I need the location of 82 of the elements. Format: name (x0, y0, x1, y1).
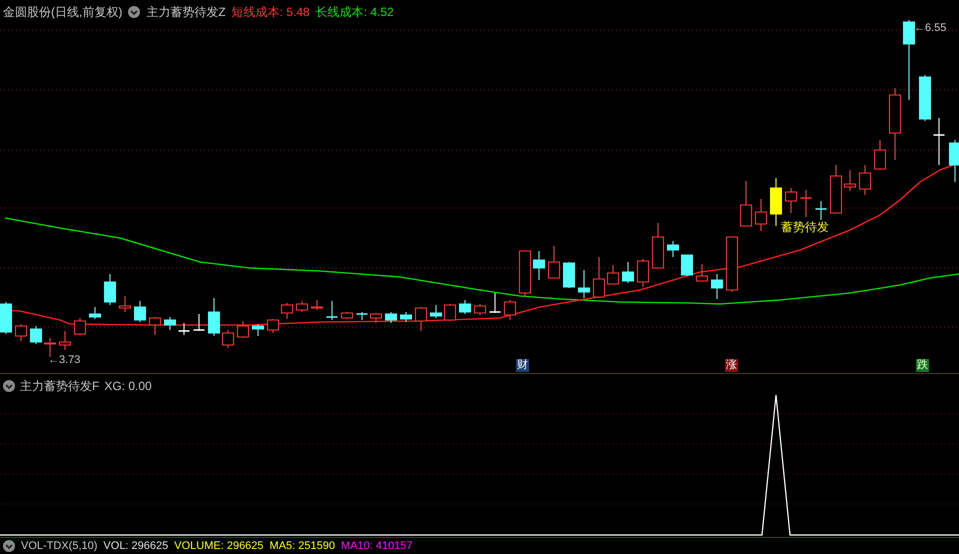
candlestick (89, 306, 101, 320)
indicator-readout: 短线成本: 5.48 (232, 4, 310, 21)
indicator-name: 主力蓄势待发Z (146, 4, 226, 21)
candlestick (15, 324, 27, 342)
candlestick (149, 316, 161, 336)
event-badge[interactable]: 跌 (916, 359, 929, 372)
candlestick (459, 300, 471, 314)
candlestick (415, 306, 427, 332)
candlestick (194, 314, 204, 332)
candlestick (652, 222, 664, 268)
candlestick (859, 164, 871, 196)
candlestick (874, 140, 886, 170)
candlestick (311, 300, 323, 310)
candlestick (134, 300, 146, 322)
candlestick (607, 264, 619, 284)
dropdown-icon[interactable] (3, 540, 15, 552)
candlestick (104, 274, 116, 306)
candlestick (490, 292, 500, 314)
candlestick (281, 302, 293, 320)
dropdown-icon[interactable] (3, 380, 15, 392)
candlestick (267, 318, 279, 334)
candlestick (800, 190, 812, 218)
candlestick (74, 318, 86, 336)
candlestick (830, 164, 842, 214)
candlestick (919, 74, 931, 122)
candlestick (816, 200, 826, 220)
dropdown-icon[interactable] (128, 6, 140, 18)
candlestick (30, 326, 42, 344)
candlestick (119, 296, 131, 312)
price-label: ←6.55 (914, 21, 946, 36)
candlestick (326, 300, 338, 320)
candlestick (696, 264, 708, 282)
indicator-readout: VOLUME: 296625 (174, 538, 264, 554)
candlestick (934, 118, 944, 166)
indicator-readout: MA10: 410157 (340, 538, 413, 554)
candlestick (785, 188, 797, 214)
candlestick (237, 320, 249, 338)
candlestick (400, 312, 412, 322)
candlestick (681, 254, 693, 276)
candlestick (563, 262, 575, 288)
candlestick (533, 250, 545, 280)
price-label: ←3.73 (48, 353, 80, 368)
candlestick (356, 312, 368, 320)
indicator-name: 主力蓄势待发F (20, 378, 100, 395)
candlestick (208, 298, 220, 336)
candlestick (593, 256, 605, 298)
candlestick (755, 198, 767, 232)
candlestick (578, 270, 590, 298)
stock-title: 金圆股份(日线,前复权) (3, 4, 122, 21)
candlestick (504, 300, 516, 320)
candlestick (222, 330, 234, 348)
candlestick (740, 180, 752, 226)
signal-label: 蓄势待发 (781, 219, 829, 236)
candlestick (59, 330, 71, 350)
indicator-readout: VOL: 296625 (103, 538, 168, 554)
candlestick (444, 304, 456, 322)
event-badge[interactable]: 财 (516, 359, 529, 372)
candlestick (770, 178, 782, 226)
candlestick (667, 240, 679, 258)
candlestick (164, 316, 176, 330)
candlestick (726, 236, 738, 292)
indicator-name: VOL-TDX(5,10) (21, 538, 98, 554)
candlestick (519, 250, 531, 298)
candlestick (252, 324, 264, 336)
indicator-readout: 长线成本: 4.52 (316, 4, 394, 21)
event-badge[interactable]: 涨 (725, 359, 738, 372)
candlestick (0, 302, 12, 334)
candlestick (474, 304, 486, 316)
candlestick (296, 300, 308, 312)
candlestick (949, 140, 959, 182)
candlestick (341, 312, 353, 320)
candlestick (370, 312, 382, 324)
candlestick (178, 322, 190, 336)
candlestick (385, 312, 397, 324)
candlestick (430, 304, 442, 318)
candlestick (711, 274, 723, 300)
candlestick (844, 170, 856, 192)
candlestick (637, 258, 649, 288)
candlestick (622, 262, 634, 284)
indicator-readout: MA5: 251590 (270, 538, 335, 554)
candlestick (548, 246, 560, 278)
indicator-readout: XG: 0.00 (104, 378, 152, 395)
